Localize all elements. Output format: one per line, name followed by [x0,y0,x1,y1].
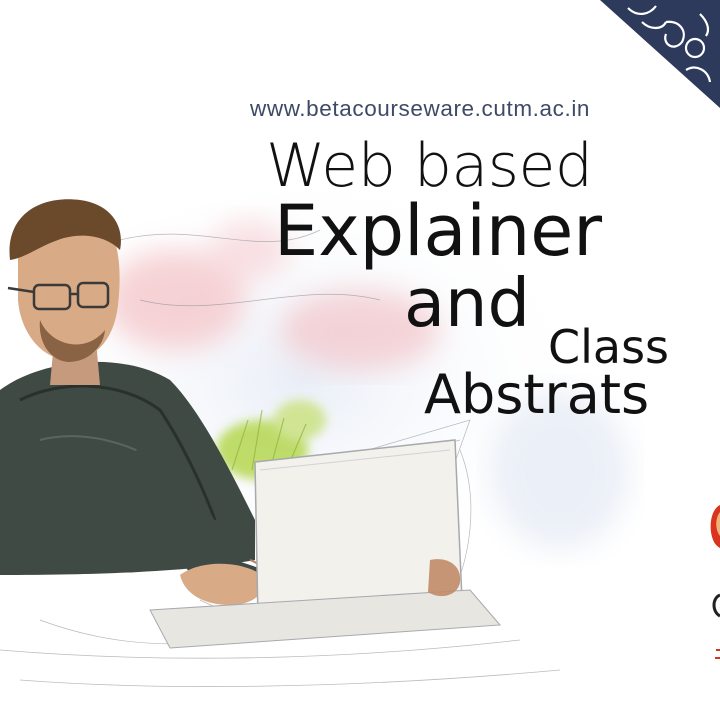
headline-line-2: Explainer [274,190,603,272]
site-url: www.betacourseware.cutm.ac.in [250,96,591,121]
headline-line-5: Abstrats [424,363,650,426]
headline-line-3: and [404,264,531,342]
headline-line-1: Web based [266,131,593,201]
university-logo-corner-icon [600,0,720,108]
partial-logo-icon [710,505,720,659]
slide-canvas: www.betacourseware.cutm.ac.in Web based … [0,0,720,720]
